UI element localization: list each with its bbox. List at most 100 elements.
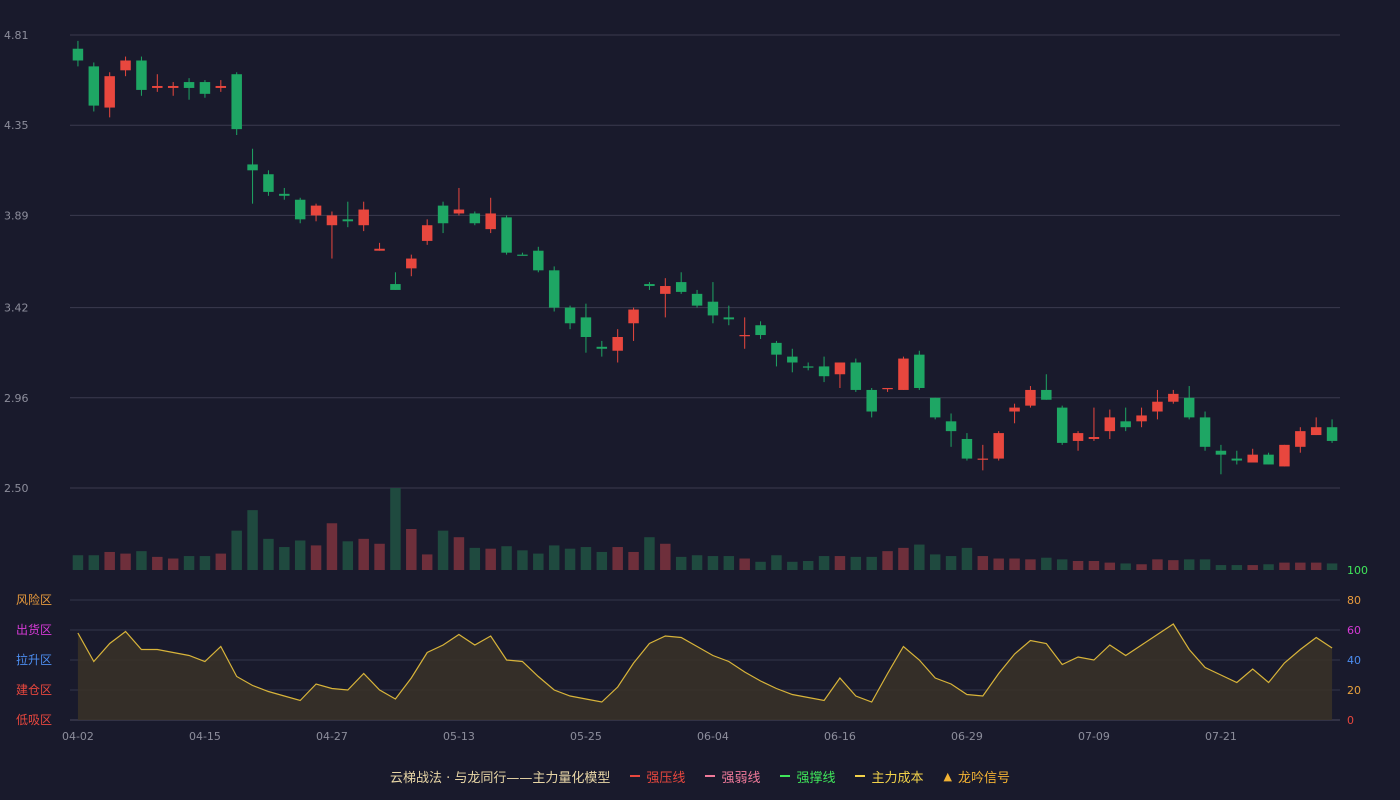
volume-bar [898,547,909,570]
volume-bar [977,556,989,570]
x-tick-label: 04-15 [189,730,221,743]
candle-body [723,317,735,320]
x-tick-label: 06-04 [697,730,729,743]
x-tick-label: 07-21 [1205,730,1237,743]
volume-bar [961,547,973,570]
candle-body [548,270,560,308]
candle-body [167,85,179,88]
osc-tick-label: 60 [1347,624,1361,637]
candle-body [818,366,830,377]
candle-body [533,250,544,271]
candle-body [1199,417,1211,447]
triangle-icon: ▲ [943,769,952,783]
volume-bar [310,545,322,570]
legend-item-strength-line[interactable]: 强弱线 [705,767,760,786]
legend-swatch [780,775,791,777]
osc-tick-label: 40 [1347,654,1361,667]
x-tick-label: 05-13 [443,730,475,743]
candle-body [1056,407,1068,443]
candle-body [564,307,576,324]
candle-body [453,209,465,214]
candle-body [1310,427,1322,436]
osc-tick-label: 20 [1347,684,1361,697]
volume-bar [628,551,639,570]
volume-bar [358,538,369,570]
candle-body [1326,427,1338,441]
osc-tick-label: 80 [1347,594,1361,607]
candle-body [104,76,115,108]
legend-item-main-cost[interactable]: 主力成本 [855,767,923,786]
volume-bar [707,556,719,570]
candle-body [1041,389,1052,400]
candle-body [755,325,766,336]
candle-body [1088,437,1100,439]
price-tick-label: 2.96 [4,392,29,405]
volume-bar [1310,562,1322,570]
volume-bar [580,547,592,570]
candle-body [898,358,909,390]
candle-body [771,342,782,355]
volume-bar [866,556,877,570]
volume-bar [1183,559,1195,570]
volume-bar [755,561,766,570]
x-tick-label: 04-27 [316,730,348,743]
volume-bar [1136,564,1147,570]
x-tick-label: 04-02 [62,730,94,743]
candle-body [390,284,401,290]
candle-body [929,397,941,418]
osc-tick-label: 0 [1347,714,1354,727]
legend-item-strong-support[interactable]: 强撑线 [780,767,835,786]
legend-title: 云梯战法 · 与龙同行——主力量化模型 [390,770,611,786]
volume-bar [787,561,798,570]
volume-bar [1295,562,1306,570]
volume-bar [929,554,941,570]
volume-bar [1231,565,1243,570]
candle-body [247,164,258,171]
volume-bar [501,546,512,570]
volume-bar [564,548,576,570]
candle-body [406,258,417,269]
volume-bar [1104,562,1116,570]
volume-bar [390,488,401,570]
legend-item-dragon-signal[interactable]: ▲ 龙吟信号 [943,767,1009,786]
candle-body [152,85,163,88]
volume-bar [72,555,84,570]
volume-bar [596,551,608,570]
volume-bar [818,556,830,570]
volume-bar [167,558,179,570]
volume-bar [802,560,814,570]
volume-bar [739,558,750,570]
candle-body [1183,397,1195,418]
candle-body [72,48,84,61]
zone-label: 低吸区 [16,713,52,727]
volume-bar [469,547,481,570]
candle-body [628,309,639,324]
candle-body [596,346,608,349]
volume-bar [485,548,496,570]
volume-bar [691,555,703,570]
osc-area [77,624,1333,720]
volume-bar [88,555,100,570]
volume-bar [279,547,290,570]
volume-bar [850,556,862,570]
volume-bar [1072,560,1084,570]
price-tick-label: 4.81 [4,29,29,42]
candle-body [1215,450,1227,455]
candle-body [1104,417,1116,432]
candle-body [580,317,592,337]
candle-body [802,366,814,368]
zone-label: 出货区 [16,622,52,637]
legend-swatch [630,775,641,777]
candle-body [215,85,227,88]
candle-body [136,60,147,90]
candle-body [882,387,893,390]
candle-body [183,82,195,88]
legend-item-strong-pressure[interactable]: 强压线 [630,767,685,786]
x-tick-label: 05-25 [570,730,602,743]
candle-body [1136,415,1147,422]
volume-bar [342,541,354,570]
candle-body [88,66,100,106]
osc-tick-label: 100 [1347,564,1368,577]
candle-body [675,282,687,292]
candle-body [850,362,862,390]
